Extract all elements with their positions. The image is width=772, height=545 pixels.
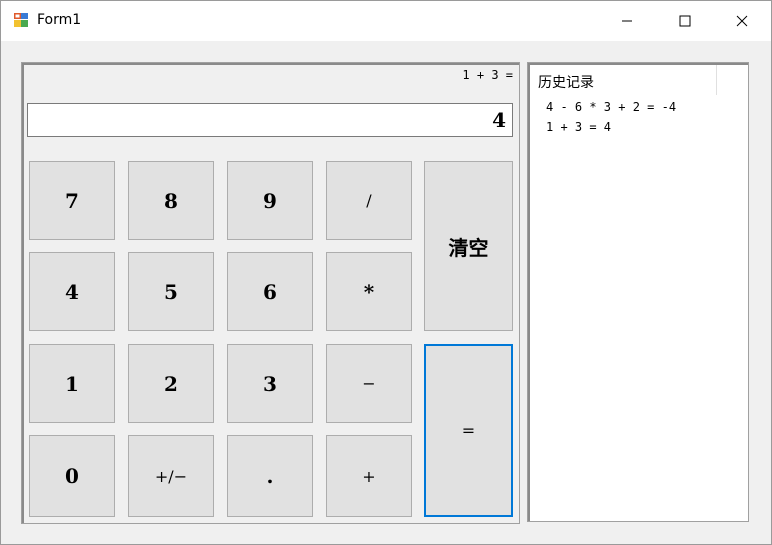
key-8[interactable]: 8 (128, 161, 214, 240)
decimal-button[interactable]: . (227, 435, 313, 517)
window-title: Form1 (37, 12, 82, 28)
key-9[interactable]: 9 (227, 161, 313, 240)
history-title: 历史记录 (538, 75, 594, 91)
history-item[interactable]: 1 + 3 = 4 (546, 117, 676, 137)
history-item[interactable]: 4 - 6 * 3 + 2 = -4 (546, 97, 676, 117)
equals-button[interactable]: = (424, 344, 513, 517)
add-button[interactable]: + (326, 435, 412, 517)
key-5[interactable]: 5 (128, 252, 214, 331)
key-2[interactable]: 2 (128, 344, 214, 423)
history-column-divider (716, 65, 717, 95)
maximize-icon (679, 15, 691, 27)
main-window: Form1 1 + 3 = 4 7 8 9 / 4 5 6 * 1 2 3 − … (0, 0, 772, 545)
history-list: 4 - 6 * 3 + 2 = -4 1 + 3 = 4 (546, 97, 676, 137)
key-6[interactable]: 6 (227, 252, 313, 331)
key-1[interactable]: 1 (29, 344, 115, 423)
close-icon (736, 15, 748, 27)
key-4[interactable]: 4 (29, 252, 115, 331)
app-icon (14, 13, 28, 27)
negate-button[interactable]: +/− (128, 435, 214, 517)
key-7[interactable]: 7 (29, 161, 115, 240)
maximize-button[interactable] (656, 1, 714, 41)
expression-label: 1 + 3 = (462, 68, 513, 82)
close-button[interactable] (713, 1, 771, 41)
calculator-panel: 1 + 3 = 4 7 8 9 / 4 5 6 * 1 2 3 − 0 +/− … (21, 62, 520, 524)
result-display[interactable]: 4 (27, 103, 513, 137)
history-panel[interactable]: 历史记录 4 - 6 * 3 + 2 = -4 1 + 3 = 4 (527, 62, 749, 522)
minimize-icon (622, 20, 632, 22)
subtract-button[interactable]: − (326, 344, 412, 423)
divide-button[interactable]: / (326, 161, 412, 240)
key-3[interactable]: 3 (227, 344, 313, 423)
multiply-button[interactable]: * (326, 252, 412, 331)
clear-button[interactable]: 清空 (424, 161, 513, 331)
key-0[interactable]: 0 (29, 435, 115, 517)
minimize-button[interactable] (598, 1, 656, 41)
title-bar[interactable]: Form1 (1, 1, 771, 41)
